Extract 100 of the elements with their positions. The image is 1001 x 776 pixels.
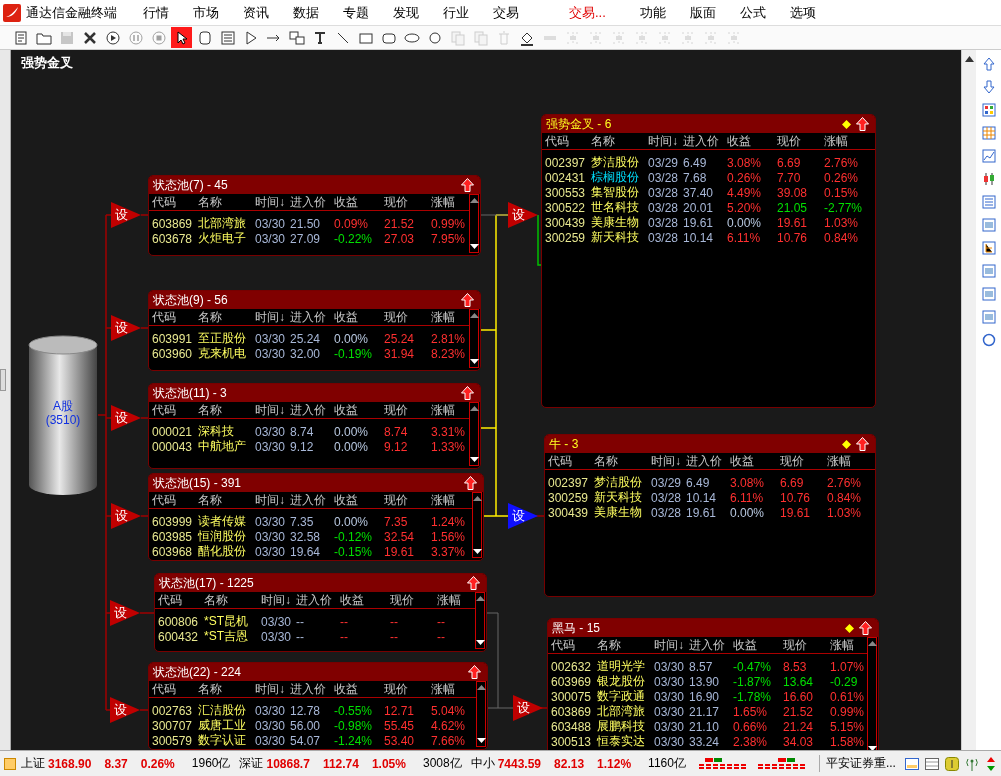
arrow-up-icon[interactable]: [464, 476, 477, 490]
column-header[interactable]: 名称: [198, 402, 255, 419]
column-header[interactable]: 收益: [334, 194, 384, 211]
scrollbar[interactable]: [472, 492, 482, 558]
column-header[interactable]: 收益: [340, 592, 390, 609]
menu-item[interactable]: 行业: [431, 3, 481, 22]
menu-item[interactable]: 功能: [627, 3, 678, 22]
column-header[interactable]: 进入价: [686, 453, 730, 470]
column-header[interactable]: 代码: [551, 637, 597, 654]
menu-item[interactable]: 行情: [131, 3, 181, 22]
column-header[interactable]: 时间↓: [654, 637, 689, 654]
column-header[interactable]: 代码: [158, 592, 204, 609]
arrow-up-icon[interactable]: [461, 293, 474, 307]
arrow-up-icon[interactable]: [468, 665, 481, 679]
set-trigger[interactable]: 设: [508, 503, 538, 529]
column-header[interactable]: 时间↓: [255, 402, 290, 419]
column-header[interactable]: 名称: [198, 492, 255, 509]
column-header[interactable]: 代码: [152, 492, 198, 509]
column-header[interactable]: 代码: [152, 681, 198, 698]
column-header[interactable]: 涨幅: [431, 492, 469, 509]
column-header[interactable]: 名称: [597, 637, 654, 654]
pointer-icon[interactable]: [171, 27, 192, 48]
column-header[interactable]: 收益: [334, 309, 384, 326]
column-header[interactable]: 涨幅: [824, 133, 862, 150]
column-header[interactable]: 收益: [730, 453, 780, 470]
scroll-down-icon[interactable]: [469, 359, 479, 365]
set-trigger[interactable]: 设: [110, 697, 140, 723]
column-header[interactable]: 现价: [783, 637, 830, 654]
arrow-up-icon[interactable]: [461, 386, 474, 400]
scrollbar[interactable]: [469, 194, 479, 253]
market-icon[interactable]: [4, 757, 16, 770]
column-header[interactable]: 现价: [384, 309, 431, 326]
column-header[interactable]: 涨幅: [827, 453, 865, 470]
diamond-icon[interactable]: [842, 439, 851, 449]
scroll-up-icon[interactable]: [469, 197, 479, 204]
column-header[interactable]: 名称: [204, 592, 261, 609]
column-header[interactable]: 进入价: [290, 492, 334, 509]
scroll-down-icon[interactable]: [469, 244, 479, 250]
table-icon[interactable]: [925, 757, 939, 770]
menu-item[interactable]: 选项: [777, 3, 828, 22]
column-header[interactable]: 收益: [334, 492, 384, 509]
scrollbar[interactable]: [475, 592, 485, 649]
column-header[interactable]: 收益: [733, 637, 783, 654]
arrow-up-icon[interactable]: [859, 621, 872, 635]
menu-item[interactable]: 发现: [381, 3, 431, 22]
set-trigger[interactable]: 设: [111, 315, 141, 341]
column-header[interactable]: 代码: [545, 133, 591, 150]
arrow-up-icon[interactable]: [467, 576, 480, 590]
column-header[interactable]: 涨幅: [431, 681, 469, 698]
set-trigger[interactable]: 设: [111, 405, 141, 431]
set-trigger[interactable]: 设: [110, 600, 140, 626]
column-header[interactable]: 进入价: [290, 194, 334, 211]
column-header[interactable]: 涨幅: [431, 402, 469, 419]
scroll-up-icon[interactable]: [472, 495, 482, 502]
column-header[interactable]: 涨幅: [830, 637, 868, 654]
menu-item[interactable]: 交易: [481, 3, 531, 22]
set-trigger[interactable]: 设: [508, 202, 538, 228]
column-header[interactable]: 现价: [384, 194, 431, 211]
column-header[interactable]: 时间↓: [255, 681, 290, 698]
scroll-up-icon[interactable]: [475, 595, 485, 602]
column-header[interactable]: 名称: [198, 309, 255, 326]
scroll-down-icon[interactable]: [469, 457, 479, 463]
column-header[interactable]: 涨幅: [437, 592, 475, 609]
column-header[interactable]: 进入价: [296, 592, 340, 609]
scrollbar[interactable]: [867, 637, 877, 750]
column-header[interactable]: 收益: [727, 133, 777, 150]
column-header[interactable]: 时间↓: [261, 592, 296, 609]
column-header[interactable]: 进入价: [683, 133, 727, 150]
menu-item[interactable]: 市场: [181, 3, 231, 22]
column-header[interactable]: 名称: [198, 681, 255, 698]
column-header[interactable]: 名称: [594, 453, 651, 470]
menu-item[interactable]: 交易...: [557, 3, 618, 22]
column-header[interactable]: 收益: [334, 402, 384, 419]
scrollbar[interactable]: [469, 402, 479, 466]
menu-item[interactable]: 版面: [677, 3, 728, 22]
column-header[interactable]: 时间↓: [255, 309, 290, 326]
column-header[interactable]: 涨幅: [431, 309, 469, 326]
set-trigger[interactable]: 设: [111, 503, 141, 529]
arrow-up-icon[interactable]: [856, 117, 869, 131]
column-header[interactable]: 涨幅: [431, 194, 469, 211]
column-header[interactable]: 进入价: [689, 637, 733, 654]
set-trigger[interactable]: 设: [111, 202, 141, 228]
collapse-handle[interactable]: [0, 369, 6, 391]
column-header[interactable]: 时间↓: [648, 133, 683, 150]
scroll-up-icon[interactable]: [476, 684, 486, 691]
menu-item[interactable]: 公式: [727, 3, 778, 22]
menu-item[interactable]: 专题: [331, 3, 381, 22]
column-header[interactable]: 进入价: [290, 309, 334, 326]
column-header[interactable]: 名称: [591, 133, 648, 150]
column-header[interactable]: 现价: [384, 492, 431, 509]
arrows-icon[interactable]: [985, 756, 997, 771]
menu-item[interactable]: 资讯: [231, 3, 281, 22]
window-icon[interactable]: [905, 757, 919, 770]
column-header[interactable]: 代码: [548, 453, 594, 470]
diamond-icon[interactable]: [842, 119, 851, 129]
arrow-up-icon[interactable]: [461, 178, 474, 192]
scroll-down-icon[interactable]: [475, 640, 485, 646]
scroll-up-icon[interactable]: [469, 312, 479, 319]
coin-icon[interactable]: [945, 756, 959, 771]
scroll-up-icon[interactable]: [469, 405, 479, 412]
